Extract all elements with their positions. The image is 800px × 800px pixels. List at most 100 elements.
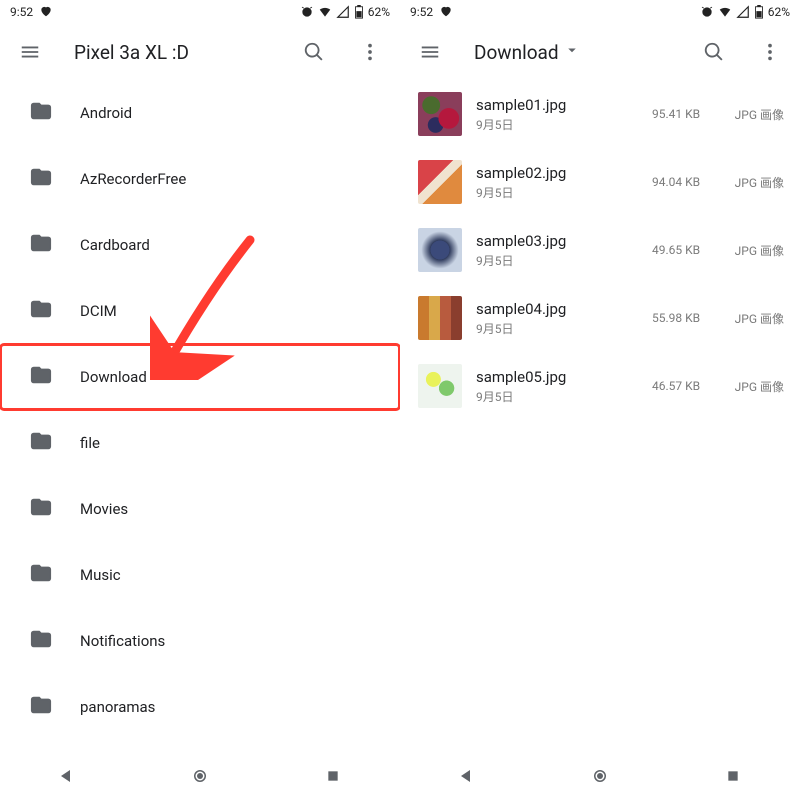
file-date: 9月5日 bbox=[476, 388, 638, 405]
file-name: sample03.jpg bbox=[476, 232, 638, 250]
file-size: 46.57 KB bbox=[652, 379, 714, 393]
file-type: JPG 画像 bbox=[728, 174, 784, 191]
more-button[interactable] bbox=[750, 32, 790, 72]
file-size: 49.65 KB bbox=[652, 243, 714, 257]
page-title-text: Download bbox=[474, 41, 559, 64]
folder-list: Android AzRecorderFree Cardboard DCIM Downlo… bbox=[0, 80, 400, 752]
file-thumbnail bbox=[418, 228, 462, 272]
app-bar: Pixel 3a XL :D bbox=[0, 24, 400, 80]
menu-button[interactable] bbox=[10, 32, 50, 72]
file-info: sample05.jpg 9月5日 bbox=[476, 368, 638, 405]
search-button[interactable] bbox=[294, 32, 334, 72]
file-type: JPG 画像 bbox=[728, 310, 784, 327]
chevron-down-icon bbox=[563, 41, 581, 64]
file-name: sample05.jpg bbox=[476, 368, 638, 386]
folder-row[interactable]: Movies bbox=[0, 476, 400, 542]
alarm-icon bbox=[700, 5, 714, 19]
nav-bar bbox=[400, 752, 800, 800]
folder-label: DCIM bbox=[80, 302, 117, 320]
file-row[interactable]: sample02.jpg9月5日 94.04 KB JPG 画像 bbox=[400, 148, 800, 216]
folder-label: file bbox=[80, 434, 100, 452]
folder-icon bbox=[30, 232, 52, 258]
alarm-icon bbox=[300, 5, 314, 19]
file-info: sample04.jpg9月5日 bbox=[476, 300, 638, 337]
battery-icon bbox=[354, 5, 364, 19]
status-time: 9:52 bbox=[10, 5, 33, 19]
folder-icon bbox=[30, 430, 52, 456]
nav-recent[interactable] bbox=[303, 768, 363, 784]
folder-row[interactable]: Cardboard bbox=[0, 212, 400, 278]
menu-button[interactable] bbox=[410, 32, 450, 72]
folder-icon bbox=[30, 496, 52, 522]
folder-icon bbox=[30, 166, 52, 192]
page-title[interactable]: Download bbox=[474, 41, 581, 64]
file-name: sample04.jpg bbox=[476, 300, 638, 318]
nav-recent[interactable] bbox=[703, 768, 763, 784]
file-list: sample01.jpg9月5日95.41 KBJPG 画像sample02.j… bbox=[400, 80, 800, 752]
status-bar: 9:52 62% bbox=[0, 0, 400, 24]
folder-icon bbox=[30, 628, 52, 654]
folder-icon bbox=[30, 100, 52, 126]
folder-label: Download bbox=[80, 368, 147, 386]
nav-bar bbox=[0, 752, 400, 800]
folder-icon bbox=[30, 364, 52, 390]
file-type: JPG 画像 bbox=[728, 378, 784, 395]
file-name: sample01.jpg bbox=[476, 96, 638, 114]
file-size: 95.41 KB bbox=[652, 107, 714, 121]
file-type: JPG 画像 bbox=[728, 242, 784, 259]
file-type: JPG 画像 bbox=[728, 106, 784, 123]
file-thumbnail bbox=[418, 160, 462, 204]
search-button[interactable] bbox=[694, 32, 734, 72]
nav-back[interactable] bbox=[437, 767, 497, 785]
status-bar: 9:52 62% bbox=[400, 0, 800, 24]
folder-icon bbox=[30, 694, 52, 720]
file-info: sample02.jpg9月5日 bbox=[476, 164, 638, 201]
folder-label: panoramas bbox=[80, 698, 155, 716]
nav-home[interactable] bbox=[170, 767, 230, 785]
folder-row[interactable]: DCIM bbox=[0, 278, 400, 344]
screen-folders: 9:52 62% Pixel 3a XL :D bbox=[0, 0, 400, 800]
app-bar: Download bbox=[400, 24, 800, 80]
status-time: 9:52 bbox=[410, 5, 433, 19]
folder-label: Android bbox=[80, 104, 132, 122]
folder-row[interactable]: Android bbox=[0, 80, 400, 146]
folder-row[interactable]: Music bbox=[0, 542, 400, 608]
folder-label: Cardboard bbox=[80, 236, 150, 254]
file-size: 55.98 KB bbox=[652, 311, 714, 325]
file-thumbnail bbox=[418, 296, 462, 340]
folder-row[interactable]: Download bbox=[0, 344, 400, 410]
signal-icon bbox=[336, 5, 350, 19]
battery-icon bbox=[754, 5, 764, 19]
folder-icon bbox=[30, 562, 52, 588]
wifi-icon bbox=[718, 5, 732, 19]
folder-row[interactable]: Pictures bbox=[0, 740, 400, 752]
folder-label: Music bbox=[80, 566, 121, 584]
folder-row[interactable]: file bbox=[0, 410, 400, 476]
folder-label: Movies bbox=[80, 500, 128, 518]
file-size: 94.04 KB bbox=[652, 175, 714, 189]
folder-label: Notifications bbox=[80, 632, 165, 650]
nav-home[interactable] bbox=[570, 767, 630, 785]
file-thumbnail bbox=[418, 92, 462, 136]
file-thumbnail bbox=[418, 364, 462, 408]
file-row[interactable]: sample05.jpg 9月5日 46.57 KB JPG 画像 bbox=[400, 352, 800, 420]
heart-icon bbox=[39, 4, 53, 21]
nav-back[interactable] bbox=[37, 767, 97, 785]
file-date: 9月5日 bbox=[476, 116, 638, 133]
signal-icon bbox=[736, 5, 750, 19]
heart-icon bbox=[439, 4, 453, 21]
wifi-icon bbox=[318, 5, 332, 19]
file-row[interactable]: sample04.jpg9月5日 55.98 KB JPG 画像 bbox=[400, 284, 800, 352]
file-name: sample02.jpg bbox=[476, 164, 638, 182]
folder-label: AzRecorderFree bbox=[80, 170, 186, 188]
more-button[interactable] bbox=[350, 32, 390, 72]
folder-row[interactable]: AzRecorderFree bbox=[0, 146, 400, 212]
file-info: sample01.jpg 9月5日 bbox=[476, 96, 638, 133]
folder-icon bbox=[30, 298, 52, 324]
file-info: sample03.jpg9月5日 bbox=[476, 232, 638, 269]
file-row[interactable]: sample03.jpg9月5日 49.65 KB JPG 画像 bbox=[400, 216, 800, 284]
folder-row[interactable]: Notifications bbox=[0, 608, 400, 674]
battery-pct: 62% bbox=[768, 5, 790, 19]
file-row[interactable]: sample01.jpg 9月5日 95.41 KB JPG 画像 bbox=[400, 80, 800, 148]
folder-row[interactable]: panoramas bbox=[0, 674, 400, 740]
